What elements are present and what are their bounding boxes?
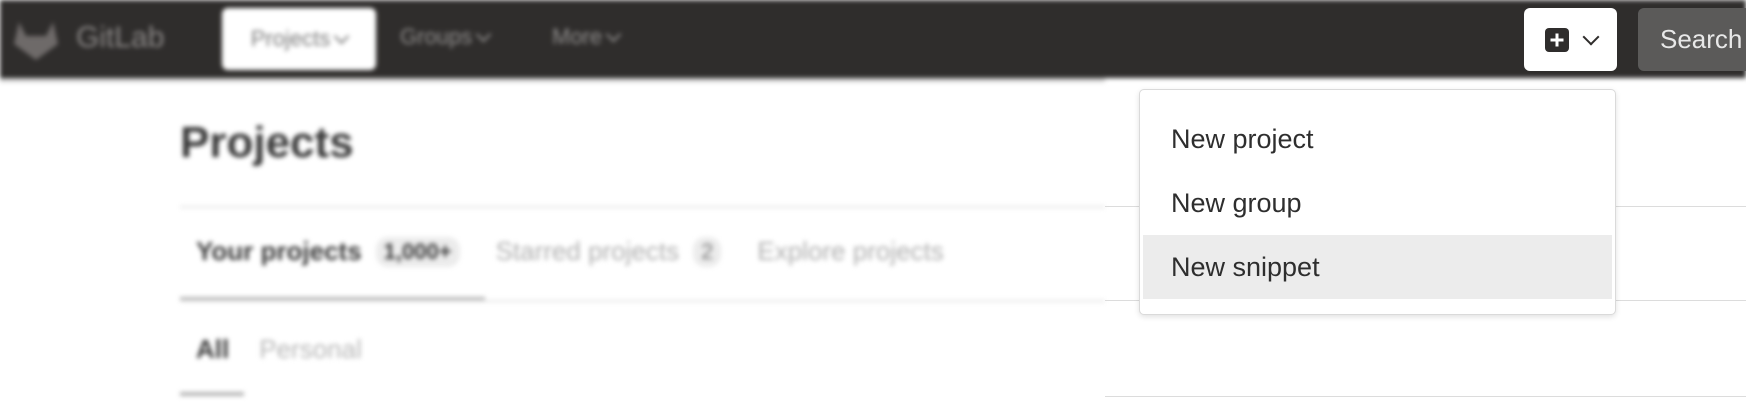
nav-projects-button[interactable]: Projects bbox=[222, 8, 376, 70]
gitlab-logo-icon[interactable] bbox=[10, 18, 62, 62]
filter-personal[interactable]: Personal bbox=[259, 334, 362, 365]
new-dropdown-button[interactable] bbox=[1524, 8, 1617, 71]
chevron-down-icon bbox=[475, 26, 492, 43]
project-tabs: Your projects 1,000+ Starred projects 2 … bbox=[196, 236, 944, 267]
menu-item-new-project[interactable]: New project bbox=[1143, 107, 1612, 171]
new-item-dropdown-menu: New project New group New snippet bbox=[1139, 89, 1616, 315]
active-filter-indicator bbox=[180, 392, 244, 396]
search-input[interactable] bbox=[1658, 23, 1746, 56]
tabs-divider bbox=[180, 300, 1105, 302]
chevron-down-icon bbox=[333, 28, 350, 45]
nav-more-button[interactable]: More bbox=[552, 24, 622, 50]
chevron-down-icon bbox=[1582, 28, 1599, 46]
tab-your-projects[interactable]: Your projects 1,000+ bbox=[196, 236, 460, 267]
page-title: Projects bbox=[180, 118, 354, 167]
navbar-shadow bbox=[0, 78, 1105, 82]
nav-groups-label: Groups bbox=[400, 24, 473, 49]
menu-item-new-group[interactable]: New group bbox=[1143, 171, 1612, 235]
brand-name[interactable]: GitLab bbox=[76, 21, 164, 55]
tab-explore-projects[interactable]: Explore projects bbox=[757, 236, 943, 267]
filter-all[interactable]: All bbox=[196, 334, 229, 365]
tab-label: Explore projects bbox=[757, 236, 944, 266]
title-divider bbox=[180, 206, 1105, 208]
search-field[interactable] bbox=[1638, 8, 1746, 71]
nav-groups-button[interactable]: Groups bbox=[400, 24, 492, 50]
filter-divider-right bbox=[1105, 396, 1746, 397]
menu-item-new-snippet[interactable]: New snippet bbox=[1143, 235, 1612, 299]
tab-label: Starred projects bbox=[495, 236, 680, 266]
count-badge: 1,000+ bbox=[375, 236, 460, 267]
tab-starred-projects[interactable]: Starred projects 2 bbox=[496, 236, 722, 267]
project-filter-tabs: All Personal bbox=[196, 334, 362, 365]
tab-label: Your projects bbox=[196, 236, 362, 266]
count-badge: 2 bbox=[693, 236, 722, 267]
plus-square-icon bbox=[1544, 27, 1569, 52]
nav-more-label: More bbox=[552, 24, 603, 49]
nav-projects-label: Projects bbox=[250, 26, 331, 51]
chevron-down-icon bbox=[605, 26, 622, 43]
